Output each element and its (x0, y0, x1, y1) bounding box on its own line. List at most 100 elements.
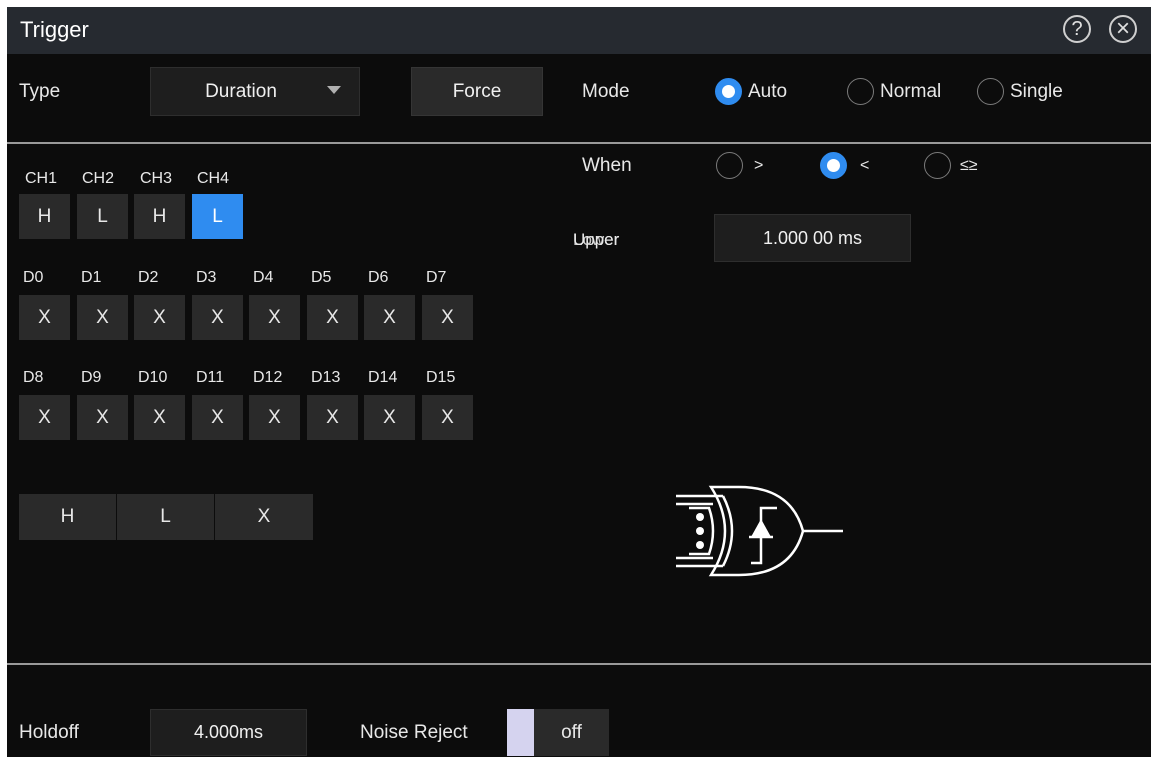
d4-label: D4 (253, 269, 274, 286)
d4-level: X (268, 306, 281, 328)
holdoff-value: 4.000ms (193, 722, 264, 742)
when-less-radio[interactable] (820, 152, 847, 179)
mode-auto-radio[interactable] (715, 78, 742, 105)
divider-bottom (7, 663, 1151, 665)
d0-level: X (38, 306, 51, 328)
when-greater-radio[interactable] (716, 152, 743, 179)
d11-level-button[interactable]: X (192, 395, 243, 440)
ch3-level-button[interactable]: H (134, 194, 185, 239)
lower-label: Lower (573, 230, 620, 249)
d2-level: X (153, 306, 166, 328)
trigger-dialog: Trigger ? × Type Duration Force Mode Aut… (7, 7, 1151, 757)
d5-level: X (326, 306, 339, 328)
ch4-level-button[interactable]: L (192, 194, 243, 239)
mode-auto-label: Auto (748, 81, 788, 102)
when-range-radio[interactable] (924, 152, 951, 179)
divider-top (7, 142, 1151, 144)
set-all-dontcare-button[interactable]: X (215, 494, 313, 540)
d13-level-button[interactable]: X (307, 395, 358, 440)
d9-level: X (96, 406, 109, 428)
d6-level-button[interactable]: X (364, 295, 415, 340)
d7-label: D7 (426, 269, 447, 286)
noise-reject-toggle-off[interactable]: off (534, 709, 609, 756)
d2-label: D2 (138, 269, 159, 286)
holdoff-label: Holdoff (19, 722, 79, 743)
duration-trigger-gate-icon (676, 485, 843, 577)
d9-label: D9 (81, 369, 102, 386)
force-button[interactable]: Force (411, 67, 543, 116)
d12-level: X (268, 406, 281, 428)
d2-level-button[interactable]: X (134, 295, 185, 340)
noise-reject-toggle-on[interactable] (507, 709, 534, 756)
when-range-label: ≤≥ (960, 157, 978, 174)
type-dropdown[interactable]: Duration (150, 67, 360, 116)
d15-label: D15 (426, 369, 456, 386)
d5-level-button[interactable]: X (307, 295, 358, 340)
when-greater-label: > (754, 157, 764, 174)
mode-normal-radio[interactable] (847, 78, 874, 105)
d9-level-button[interactable]: X (77, 395, 128, 440)
ch2-level: L (97, 205, 108, 227)
d6-level: X (383, 306, 396, 328)
d10-label: D10 (138, 369, 168, 386)
d14-level-button[interactable]: X (364, 395, 415, 440)
type-value: Duration (205, 80, 277, 102)
help-icon[interactable]: ? (1063, 15, 1091, 43)
d11-level: X (211, 406, 224, 428)
d8-label: D8 (23, 369, 44, 386)
d8-level: X (38, 406, 51, 428)
type-label: Type (19, 81, 61, 102)
d12-level-button[interactable]: X (249, 395, 300, 440)
d1-level-button[interactable]: X (77, 295, 128, 340)
holdoff-field[interactable]: 4.000ms (150, 709, 307, 756)
noise-reject-label: Noise Reject (360, 722, 468, 743)
ch3-level: H (152, 205, 167, 227)
ch4-level: L (212, 205, 223, 227)
d12-label: D12 (253, 369, 283, 386)
d3-level-button[interactable]: X (192, 295, 243, 340)
d8-level-button[interactable]: X (19, 395, 70, 440)
set-all-low-button[interactable]: L (117, 494, 215, 540)
d4-level-button[interactable]: X (249, 295, 300, 340)
set-all-high-button[interactable]: H (19, 494, 117, 540)
close-icon[interactable]: × (1109, 15, 1137, 43)
d0-label: D0 (23, 269, 44, 286)
d15-level-button[interactable]: X (422, 395, 473, 440)
noise-reject-value: off (561, 721, 582, 743)
chevron-down-icon (327, 86, 341, 94)
d13-label: D13 (311, 369, 341, 386)
d1-level: X (96, 306, 109, 328)
title-bar: Trigger ? × (7, 7, 1151, 54)
upper-value: 1.000 00 ms (762, 227, 863, 248)
when-label: When (582, 155, 632, 176)
ch2-level-button[interactable]: L (77, 194, 128, 239)
help-glyph: ? (1071, 18, 1083, 40)
d13-level: X (326, 406, 339, 428)
d10-level-button[interactable]: X (134, 395, 185, 440)
d7-level-button[interactable]: X (422, 295, 473, 340)
d10-level: X (153, 406, 166, 428)
ch2-label: CH2 (82, 170, 115, 187)
when-less-label: < (860, 157, 870, 174)
force-label: Force (452, 80, 502, 102)
ch1-level-button[interactable]: H (19, 194, 70, 239)
set-all-high-label: H (60, 506, 75, 527)
ch1-label: CH1 (25, 170, 58, 187)
d7-level: X (441, 306, 454, 328)
d3-level: X (211, 306, 224, 328)
d15-level: X (441, 406, 454, 428)
d11-label: D11 (196, 369, 225, 386)
d5-label: D5 (311, 269, 332, 286)
d1-label: D1 (81, 269, 102, 286)
close-glyph: × (1115, 15, 1130, 42)
ch1-level: H (37, 205, 52, 227)
mode-single-radio[interactable] (977, 78, 1004, 105)
d6-label: D6 (368, 269, 389, 286)
set-all-dontcare-label: X (257, 506, 271, 527)
ch4-label: CH4 (197, 170, 230, 187)
d0-level-button[interactable]: X (19, 295, 70, 340)
dialog-title: Trigger (20, 17, 89, 42)
d3-label: D3 (196, 269, 217, 286)
upper-value-field[interactable]: 1.000 00 ms (714, 214, 911, 262)
mode-normal-label: Normal (880, 81, 942, 102)
